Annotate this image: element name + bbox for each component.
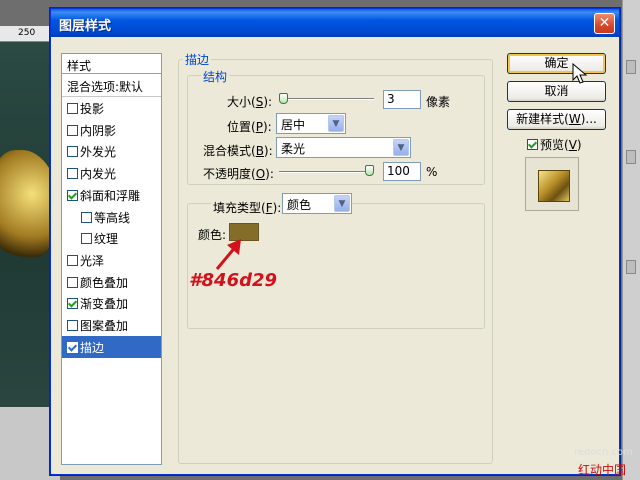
checkbox[interactable] xyxy=(81,233,92,245)
style-item[interactable]: 外发光 xyxy=(62,140,161,162)
checkbox[interactable] xyxy=(67,168,78,180)
close-icon: ✕ xyxy=(598,15,611,31)
style-item-label: 内发光 xyxy=(80,167,117,182)
opacity-slider[interactable] xyxy=(279,171,374,173)
preview-thumbnail xyxy=(525,157,579,211)
style-item-label: 外发光 xyxy=(80,145,117,160)
opacity-input[interactable]: 100 xyxy=(383,162,421,181)
checkbox[interactable] xyxy=(67,298,78,310)
structure-group-title: 结构 xyxy=(201,68,230,85)
style-item-label: 渐变叠加 xyxy=(80,297,129,312)
checkbox[interactable] xyxy=(67,146,78,158)
preview-checkbox[interactable]: 预览(V) xyxy=(527,136,582,153)
arrow-icon xyxy=(215,239,241,270)
style-item-label: 等高线 xyxy=(94,210,131,225)
fill-type-label: 填充类型(F): xyxy=(211,199,284,216)
style-item[interactable]: 图案叠加 xyxy=(62,314,161,336)
stroke-group-title: 描边 xyxy=(183,51,212,68)
style-item-label: 纹理 xyxy=(94,232,119,247)
checkbox[interactable] xyxy=(81,211,92,223)
blend-mode-select[interactable]: 柔光 xyxy=(276,137,411,158)
checkbox[interactable] xyxy=(527,139,538,150)
blend-mode-label: 混合模式(B): xyxy=(203,144,273,158)
style-list-header[interactable]: 样式 xyxy=(62,54,161,74)
ruler-tick: 250 xyxy=(18,28,36,38)
style-item-label: 内阴影 xyxy=(80,123,117,138)
watermark-brand: 红动中国 xyxy=(578,463,627,477)
layer-style-dialog: 图层样式 ✕ 样式 混合选项:默认 投影内阴影外发光内发光斜面和浮雕等高线纹理光… xyxy=(50,8,620,475)
checkbox[interactable] xyxy=(67,103,78,114)
fill-type-value: 颜色 xyxy=(287,198,312,212)
style-list: 样式 混合选项:默认 投影内阴影外发光内发光斜面和浮雕等高线纹理光泽颜色叠加渐变… xyxy=(61,53,162,465)
position-label: 位置(P): xyxy=(227,120,272,134)
style-item[interactable]: 纹理 xyxy=(62,227,161,249)
chevron-down-icon[interactable]: ▼ xyxy=(393,139,409,156)
blend-options-item[interactable]: 混合选项:默认 xyxy=(62,75,161,97)
checkbox[interactable] xyxy=(67,124,78,136)
chevron-down-icon[interactable]: ▼ xyxy=(334,195,350,212)
close-button[interactable]: ✕ xyxy=(594,13,615,34)
style-item-label: 描边 xyxy=(80,340,105,355)
title-bar[interactable]: 图层样式 ✕ xyxy=(51,9,619,37)
size-slider-thumb[interactable] xyxy=(279,93,288,104)
position-value: 居中 xyxy=(281,118,306,132)
checkbox[interactable] xyxy=(67,320,78,331)
cursor-icon xyxy=(572,63,588,84)
palette-grip[interactable] xyxy=(626,60,636,74)
opacity-slider-thumb[interactable] xyxy=(365,165,374,176)
watermark-site: redocn.com xyxy=(574,447,633,458)
opacity-unit: % xyxy=(426,165,438,179)
style-item-label: 图案叠加 xyxy=(80,319,129,333)
checkbox[interactable] xyxy=(67,341,78,353)
dialog-title: 图层样式 xyxy=(59,19,112,34)
size-slider[interactable] xyxy=(279,98,374,100)
style-item[interactable]: 等高线 xyxy=(62,206,161,228)
style-item[interactable]: 渐变叠加 xyxy=(62,292,161,314)
checkbox[interactable] xyxy=(67,254,78,266)
color-annotation: #846d29 xyxy=(189,270,278,291)
size-label: 大小(S): xyxy=(227,95,273,109)
checkbox[interactable] xyxy=(67,189,78,201)
style-item-label: 光泽 xyxy=(80,253,105,268)
style-item[interactable]: 斜面和浮雕 xyxy=(62,184,161,206)
style-item[interactable]: 投影 xyxy=(62,97,161,119)
cancel-button[interactable]: 取消 xyxy=(507,81,606,102)
style-item[interactable]: 颜色叠加 xyxy=(62,271,161,293)
style-item[interactable]: 光泽 xyxy=(62,249,161,271)
style-item[interactable]: 内阴影 xyxy=(62,119,161,141)
checkbox[interactable] xyxy=(67,276,78,288)
chevron-down-icon[interactable]: ▼ xyxy=(328,115,344,132)
style-item[interactable]: 内发光 xyxy=(62,162,161,184)
style-item-label: 斜面和浮雕 xyxy=(80,188,141,203)
style-item-label: 颜色叠加 xyxy=(80,275,129,290)
ok-button[interactable]: 确定 xyxy=(507,53,606,74)
style-item-label: 投影 xyxy=(80,102,105,116)
palette-grip[interactable] xyxy=(626,150,636,164)
size-unit: 像素 xyxy=(426,95,451,109)
opacity-label: 不透明度(O): xyxy=(203,167,274,181)
style-item[interactable]: 描边 xyxy=(62,335,161,358)
blend-mode-value: 柔光 xyxy=(281,142,306,156)
palette-grip[interactable] xyxy=(626,260,636,274)
size-input[interactable]: 3 xyxy=(383,90,421,109)
new-style-button[interactable]: 新建样式(W)... xyxy=(507,109,606,130)
